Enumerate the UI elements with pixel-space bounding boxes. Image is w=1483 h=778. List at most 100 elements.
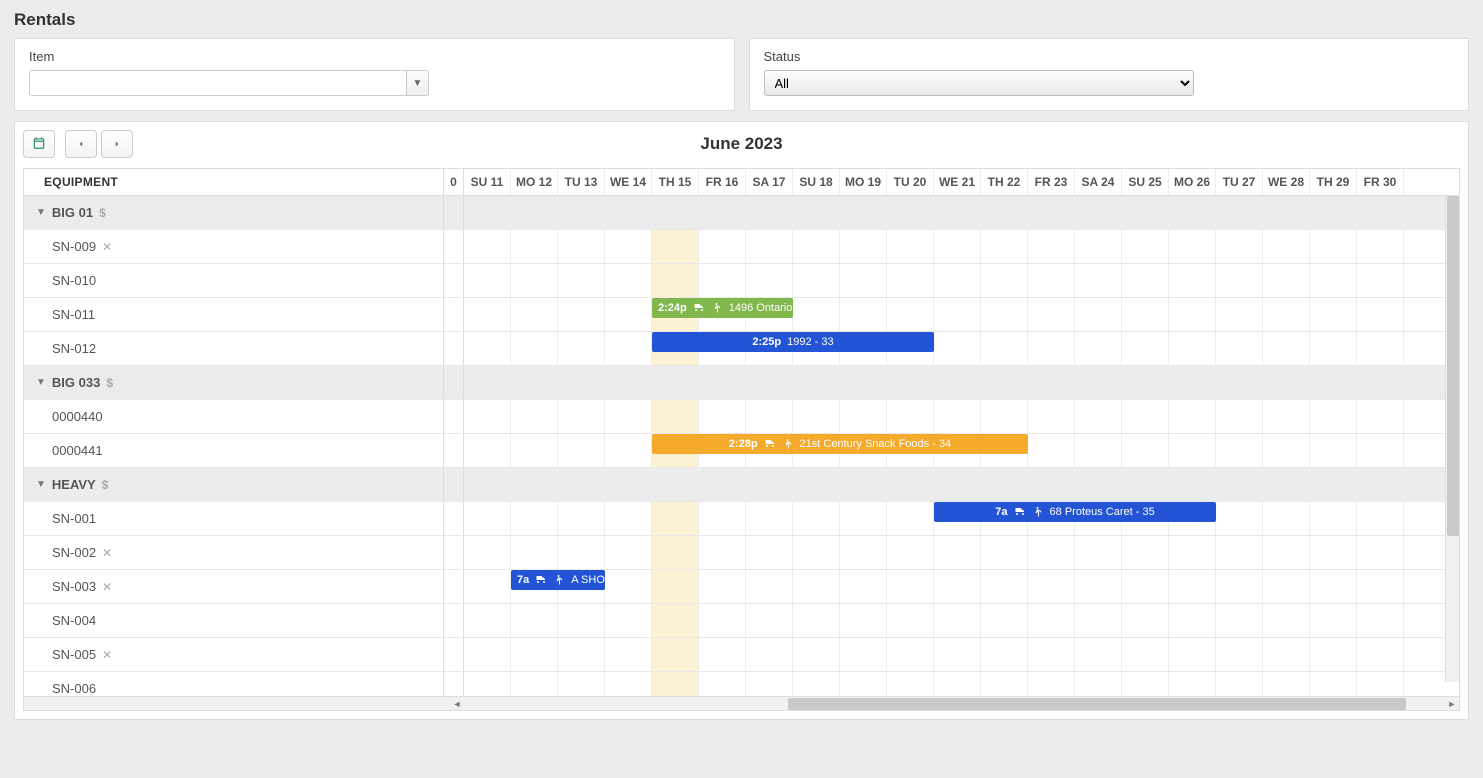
day-cell[interactable] [652,570,699,603]
day-cell[interactable] [1263,502,1310,535]
next-button[interactable] [101,130,133,158]
day-cell[interactable] [464,230,511,263]
day-cell[interactable] [746,570,793,603]
day-cell[interactable] [1310,264,1357,297]
day-cell[interactable] [1169,468,1216,501]
day-cell[interactable] [511,298,558,331]
day-cell[interactable] [511,672,558,696]
day-cell[interactable] [605,400,652,433]
day-cell[interactable] [1028,332,1075,365]
day-cell[interactable] [887,264,934,297]
day-cell[interactable] [887,230,934,263]
day-cell[interactable] [887,672,934,696]
day-cell[interactable] [934,604,981,637]
day-cell[interactable] [887,400,934,433]
vertical-scrollbar-thumb[interactable] [1447,196,1459,536]
collapse-caret-icon[interactable]: ▼ [36,207,46,218]
day-cell[interactable] [1169,672,1216,696]
day-cell[interactable] [1263,332,1310,365]
day-cell[interactable] [1122,536,1169,569]
day-cell[interactable] [981,332,1028,365]
day-cell[interactable] [605,264,652,297]
day-cell[interactable] [746,536,793,569]
rental-event[interactable]: 2:24p1496 Ontario l [652,298,793,318]
day-cell[interactable] [605,434,652,467]
horizontal-scrollbar-thumb[interactable] [788,698,1406,710]
day-cell[interactable] [746,230,793,263]
day-cell[interactable] [1169,570,1216,603]
day-cell[interactable] [1028,434,1075,467]
day-cell[interactable] [793,298,840,331]
day-cell[interactable] [558,298,605,331]
day-cell[interactable] [1075,468,1122,501]
day-cell[interactable] [1216,332,1263,365]
day-cell[interactable] [840,502,887,535]
day-cell[interactable] [464,400,511,433]
day-cell[interactable] [1310,400,1357,433]
day-cell[interactable] [934,400,981,433]
day-cell[interactable] [934,536,981,569]
day-cell[interactable] [746,400,793,433]
day-cell[interactable] [887,570,934,603]
day-cell[interactable] [464,298,511,331]
day-cell[interactable] [793,400,840,433]
day-cell[interactable] [934,264,981,297]
item-dropdown-button[interactable]: ▼ [407,70,429,96]
day-cell[interactable] [605,570,652,603]
day-cell[interactable] [511,332,558,365]
day-cell[interactable] [699,604,746,637]
day-cell[interactable] [1310,434,1357,467]
day-cell[interactable] [558,672,605,696]
day-cell[interactable] [840,400,887,433]
day-cell[interactable] [511,196,558,229]
day-cell[interactable] [605,536,652,569]
day-cell[interactable] [1357,400,1404,433]
day-cell[interactable] [981,298,1028,331]
day-cell[interactable] [558,400,605,433]
day-cell[interactable] [793,570,840,603]
day-cell[interactable] [793,502,840,535]
day-cell[interactable] [1216,468,1263,501]
day-cell[interactable] [652,366,699,399]
day-cell[interactable] [511,230,558,263]
group-row[interactable]: ▼BIG 033$ [24,366,1459,400]
day-cell[interactable] [981,230,1028,263]
day-cell[interactable] [1169,400,1216,433]
day-cell[interactable] [1216,536,1263,569]
day-cell[interactable] [981,264,1028,297]
day-cell[interactable] [1169,230,1216,263]
day-cell[interactable] [1310,366,1357,399]
day-cell[interactable] [464,638,511,671]
day-cell[interactable] [464,604,511,637]
day-cell[interactable] [1357,298,1404,331]
day-cell[interactable] [746,366,793,399]
day-cell[interactable] [793,536,840,569]
day-cell[interactable] [464,502,511,535]
day-cell[interactable] [1169,366,1216,399]
day-cell[interactable] [934,298,981,331]
day-cell[interactable] [1169,332,1216,365]
day-cell[interactable] [699,400,746,433]
day-cell[interactable] [511,536,558,569]
day-cell[interactable] [934,638,981,671]
day-cell[interactable] [464,332,511,365]
day-cell[interactable] [464,264,511,297]
day-cell[interactable] [840,570,887,603]
day-cell[interactable] [605,468,652,501]
day-cell[interactable] [746,468,793,501]
day-cell[interactable] [605,638,652,671]
day-cell[interactable] [1028,230,1075,263]
day-cell[interactable] [1075,604,1122,637]
day-cell[interactable] [558,502,605,535]
day-cell[interactable] [1122,604,1169,637]
day-cell[interactable] [605,298,652,331]
day-cell[interactable] [699,230,746,263]
day-cell[interactable] [1122,332,1169,365]
day-cell[interactable] [1075,400,1122,433]
status-select[interactable]: All [764,70,1194,96]
prev-button[interactable] [65,130,97,158]
day-cell[interactable] [699,536,746,569]
day-cell[interactable] [1310,536,1357,569]
day-cell[interactable] [464,196,511,229]
item-combo[interactable]: ▼ [29,70,429,96]
